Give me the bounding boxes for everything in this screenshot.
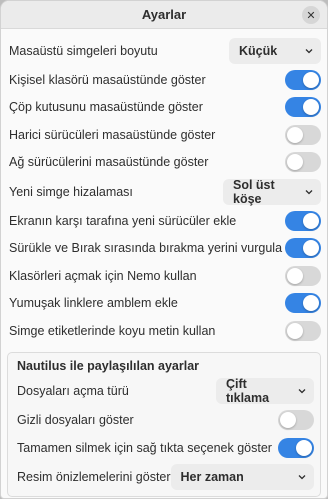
toggle-knob [303, 99, 319, 116]
dropdown-value: Küçük [239, 43, 278, 58]
highlight-drop-row: Sürükle ve Bırak sırasında bırakma yerin… [9, 235, 321, 263]
image-preview-dropdown[interactable]: Her zaman [170, 464, 314, 490]
symlink-emblem-toggle[interactable] [285, 293, 321, 314]
row-label: Gizli dosyaları göster [17, 413, 134, 428]
symlink-emblem-row: Yumuşak linklere amblem ekle [9, 290, 321, 318]
toggle-knob [303, 295, 319, 312]
row-label: Masaüstü simgeleri boyutu [9, 43, 158, 58]
dropdown-value: Her zaman [180, 470, 244, 484]
row-label: Simge etiketlerinde koyu metin kullan [9, 323, 216, 338]
nautilus-shared-group: Nautilus ile paylaşılılan ayarlar Dosyal… [7, 351, 321, 497]
toggle-knob [296, 439, 312, 456]
show-home-toggle[interactable] [285, 69, 321, 90]
row-label: Harici sürücüleri masaüstünde göster [9, 127, 216, 142]
show-trash-toggle[interactable] [285, 97, 321, 118]
close-button[interactable]: ✕ [302, 6, 320, 24]
toggle-knob [303, 212, 319, 229]
group-title: Nautilus ile paylaşılılan ayarlar [17, 358, 200, 373]
show-external-drives-toggle[interactable] [285, 124, 321, 145]
open-mode-row: Dosyaları açma türü Çift tıklama [17, 376, 314, 407]
show-trash-row: Çöp kutusunu masaüstünde göster [9, 94, 321, 122]
new-drives-opposite-toggle[interactable] [285, 210, 321, 231]
show-network-drives-toggle[interactable] [285, 152, 321, 173]
row-label: Yeni simge hizalaması [9, 184, 133, 199]
row-label: Çöp kutusunu masaüstünde göster [9, 100, 203, 115]
row-label: Klasörleri açmak için Nemo kullan [9, 268, 197, 283]
desktop-icon-size-row: Masaüstü simgeleri boyutu Küçük [9, 35, 321, 66]
show-external-drives-row: Harici sürücüleri masaüstünde göster [9, 121, 321, 149]
image-preview-row: Resim önizlemelerini göster Her zaman [17, 462, 314, 493]
row-label: Dosyaları açma türü [17, 384, 129, 398]
row-label: Yumuşak linklere amblem ekle [9, 296, 178, 311]
row-label: Tamamen silmek için sağ tıkta seçenek gö… [17, 440, 272, 455]
row-label: Sürükle ve Bırak sırasında bırakma yerin… [9, 241, 283, 256]
open-mode-dropdown[interactable]: Çift tıklama [216, 377, 314, 405]
show-hidden-row: Gizli dosyaları göster [17, 407, 314, 435]
row-label: Ekranın karşı tarafına yeni sürücüler ek… [9, 213, 237, 228]
permanent-delete-toggle[interactable] [278, 437, 314, 458]
toggle-knob [303, 71, 319, 88]
dropdown-value: Çift tıklama [226, 377, 270, 405]
window-title: Ayarlar [141, 7, 187, 22]
toggle-knob [287, 267, 303, 284]
toggle-knob [303, 240, 319, 257]
show-home-row: Kişisel klasörü masaüstünde göster [9, 66, 321, 94]
row-label: Resim önizlemelerini göster [17, 470, 171, 484]
toggle-knob [287, 126, 303, 143]
chevron-down-icon [298, 387, 306, 395]
row-label: Ağ sürücülerini masaüstünde göster [9, 155, 209, 170]
icon-alignment-dropdown[interactable]: Sol üst köşe [223, 177, 321, 206]
icon-alignment-row: Yeni simge hizalaması Sol üst köşe [9, 176, 321, 207]
permanent-delete-row: Tamamen silmek için sağ tıkta seçenek gö… [17, 434, 314, 462]
use-nemo-row: Klasörleri açmak için Nemo kullan [9, 262, 321, 290]
toggle-knob [287, 322, 303, 339]
toggle-knob [280, 412, 296, 429]
chevron-down-icon [298, 473, 306, 481]
show-hidden-toggle[interactable] [278, 410, 314, 431]
close-icon: ✕ [306, 9, 316, 22]
titlebar: Ayarlar ✕ [1, 1, 327, 29]
show-network-drives-row: Ağ sürücülerini masaüstünde göster [9, 149, 321, 177]
chevron-down-icon [305, 188, 313, 196]
toggle-knob [287, 154, 303, 171]
highlight-drop-toggle[interactable] [285, 238, 321, 259]
settings-list: Masaüstü simgeleri boyutu Küçük Kişisel … [1, 29, 327, 497]
chevron-down-icon [305, 47, 313, 55]
settings-window: Ayarlar ✕ Masaüstü simgeleri boyutu Küçü… [0, 0, 328, 499]
new-drives-opposite-row: Ekranın karşı tarafına yeni sürücüler ek… [9, 207, 321, 235]
dark-text-toggle[interactable] [285, 320, 321, 341]
icon-size-dropdown[interactable]: Küçük [229, 37, 321, 64]
dropdown-value: Sol üst köşe [233, 177, 275, 206]
dark-text-row: Simge etiketlerinde koyu metin kullan [9, 317, 321, 345]
row-label: Kişisel klasörü masaüstünde göster [9, 72, 206, 87]
use-nemo-toggle[interactable] [285, 265, 321, 286]
